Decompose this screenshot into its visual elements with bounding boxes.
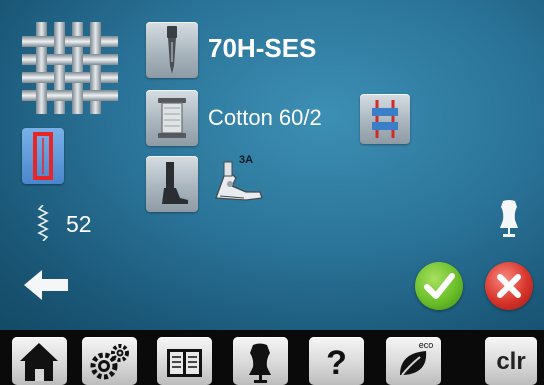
- dress-form-icon: [249, 343, 271, 383]
- clear-label: clr: [496, 348, 526, 375]
- svg-text:?: ?: [326, 344, 347, 382]
- thread-spool-icon: [158, 98, 186, 138]
- back-arrow-button[interactable]: [22, 268, 70, 302]
- arrow-left-icon: [24, 270, 68, 300]
- dress-form-icon[interactable]: [496, 198, 522, 240]
- book-icon: [167, 349, 202, 377]
- sewing-consultant-button[interactable]: [233, 337, 288, 385]
- stitch-length-value: 52: [66, 211, 92, 237]
- thread-type-label: Cotton 60/2: [208, 105, 322, 130]
- main-screen: 52 70H-SES Cotton 60/2 3A: [0, 0, 544, 330]
- stabilizer-button[interactable]: [360, 94, 410, 144]
- needle-button[interactable]: [146, 22, 198, 78]
- eco-button[interactable]: eco: [386, 337, 441, 385]
- home-icon: [20, 343, 58, 381]
- clear-button[interactable]: clr: [485, 337, 537, 385]
- cancel-button[interactable]: [485, 262, 533, 310]
- help-button[interactable]: ?: [309, 337, 364, 385]
- presser-foot-number: 3A: [239, 154, 254, 166]
- tutorial-button[interactable]: [157, 337, 212, 385]
- home-button[interactable]: [12, 337, 67, 385]
- buttonhole-icon: [33, 132, 53, 180]
- close-icon: [497, 274, 521, 298]
- needle-icon: [167, 26, 177, 74]
- footer-toolbar: ? eco clr: [0, 330, 544, 385]
- needle-type-label: 70H-SES: [208, 33, 317, 63]
- checkmark-icon: [424, 273, 455, 299]
- presser-foot-icon: [162, 162, 188, 204]
- presser-foot-3a-icon: [206, 158, 268, 206]
- question-icon: ?: [326, 344, 347, 382]
- confirm-button[interactable]: [415, 262, 463, 310]
- gears-icon: [90, 344, 129, 380]
- eco-badge-text: eco: [419, 340, 434, 350]
- stitch-length-icon: [36, 204, 50, 242]
- buttonhole-stitch-button[interactable]: [22, 128, 64, 184]
- fabric-weave-icon[interactable]: [22, 22, 118, 114]
- eco-leaf-icon: eco: [400, 340, 434, 376]
- stabilizer-icon: [372, 100, 398, 138]
- settings-button[interactable]: [82, 337, 137, 385]
- thread-button[interactable]: [146, 90, 198, 146]
- presser-foot-button[interactable]: [146, 156, 198, 212]
